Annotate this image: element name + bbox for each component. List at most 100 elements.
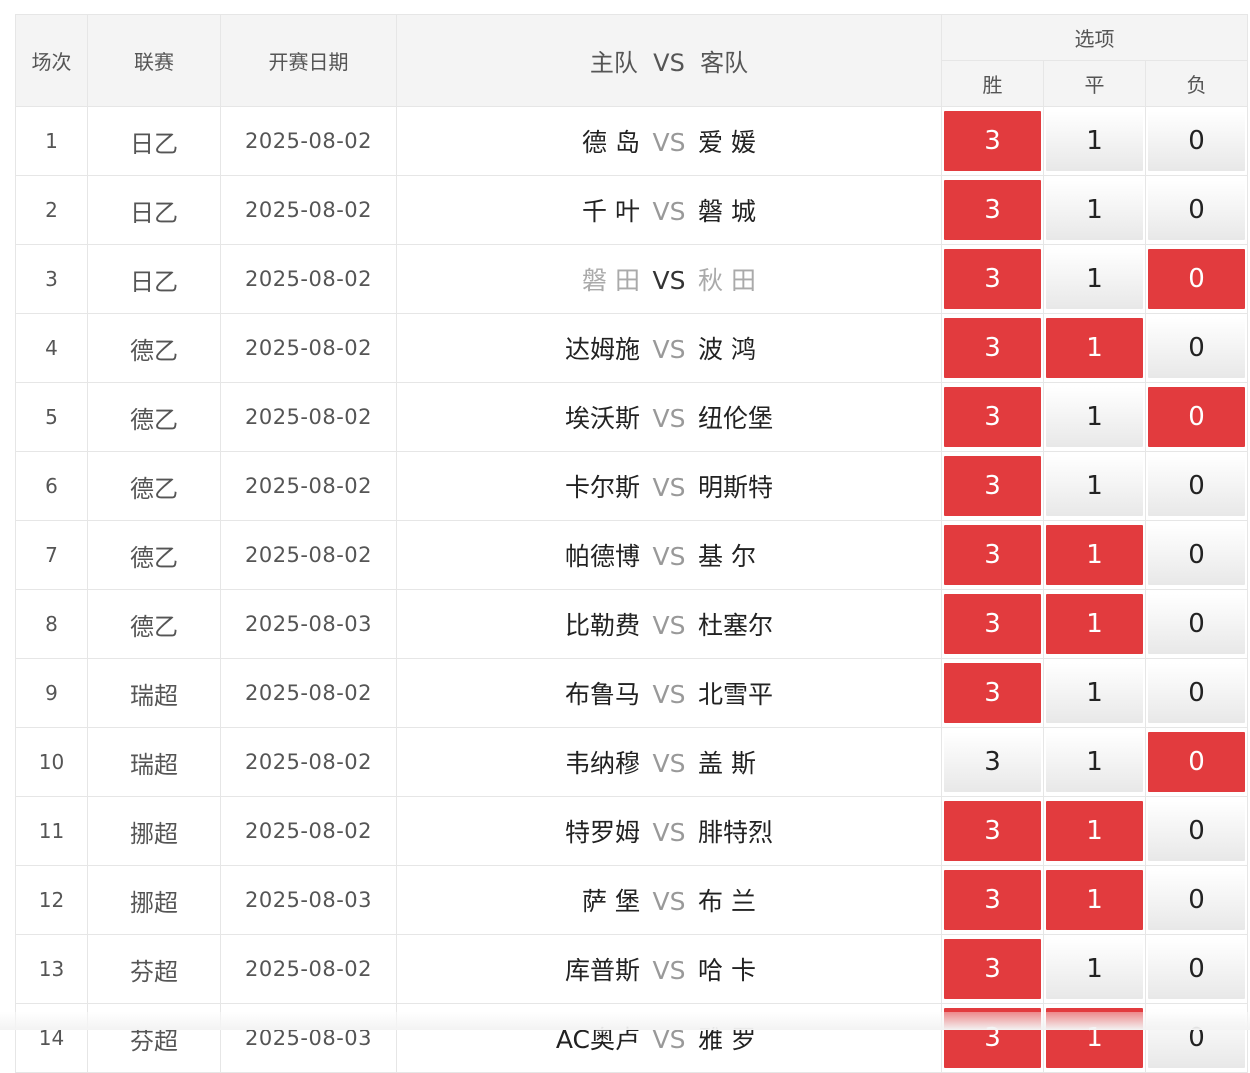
option-win-button[interactable]: 3 <box>944 870 1041 930</box>
match-date: 2025-08-02 <box>220 934 397 1004</box>
option-draw-button[interactable]: 1 <box>1046 456 1143 516</box>
home-team: 比勒费 <box>564 611 640 640</box>
away-team: 盖 斯 <box>698 749 756 778</box>
option-win-button[interactable]: 3 <box>944 939 1041 999</box>
home-team: 卡尔斯 <box>564 473 640 502</box>
match-number: 13 <box>15 934 88 1004</box>
header-win: 胜 <box>941 60 1044 107</box>
matchup: 卡尔斯 VS 明斯特 <box>396 451 942 521</box>
option-draw-button[interactable]: 1 <box>1046 525 1143 585</box>
option-win-button[interactable]: 3 <box>944 801 1041 861</box>
match-date: 2025-08-02 <box>220 175 397 245</box>
table-row: 3 日乙 2025-08-02 磐 田 VS 秋 田310 <box>15 244 1249 314</box>
option-loss-button[interactable]: 0 <box>1148 318 1246 378</box>
vs-label: VS <box>652 473 686 502</box>
matchup: 特罗姆 VS 腓特烈 <box>396 796 942 866</box>
option-draw-button[interactable]: 1 <box>1046 249 1143 309</box>
option-win-button[interactable]: 3 <box>944 525 1041 585</box>
option-loss-button[interactable]: 0 <box>1148 111 1246 171</box>
option-loss-button[interactable]: 0 <box>1148 456 1246 516</box>
league-name: 挪超 <box>87 865 221 935</box>
league-name: 日乙 <box>87 244 221 314</box>
match-number: 7 <box>15 520 88 590</box>
league-name: 日乙 <box>87 175 221 245</box>
option-loss-button[interactable]: 0 <box>1148 870 1246 930</box>
vs-label: VS <box>652 956 686 985</box>
draw-cell: 1 <box>1043 106 1146 176</box>
league-name: 德乙 <box>87 589 221 659</box>
match-date: 2025-08-02 <box>220 796 397 866</box>
option-draw-button[interactable]: 1 <box>1046 594 1143 654</box>
win-cell: 3 <box>941 244 1044 314</box>
option-win-button[interactable]: 3 <box>944 663 1041 723</box>
option-loss-button[interactable]: 0 <box>1148 594 1246 654</box>
loss-cell: 0 <box>1144 520 1249 590</box>
option-draw-button[interactable]: 1 <box>1046 387 1143 447</box>
option-draw-button[interactable]: 1 <box>1046 663 1143 723</box>
draw-cell: 1 <box>1043 865 1146 935</box>
match-date: 2025-08-02 <box>220 658 397 728</box>
header-no: 场次 <box>15 14 88 107</box>
win-cell: 3 <box>941 106 1044 176</box>
vs-label: VS <box>652 197 686 226</box>
home-team: 布鲁马 <box>564 680 640 709</box>
header-options: 选项 <box>940 14 1249 61</box>
option-win-button[interactable]: 3 <box>944 732 1041 792</box>
loss-cell: 0 <box>1144 451 1249 521</box>
option-win-button[interactable]: 3 <box>944 111 1041 171</box>
win-cell: 3 <box>941 175 1044 245</box>
option-draw-button[interactable]: 1 <box>1046 318 1143 378</box>
option-loss-button[interactable]: 0 <box>1148 180 1246 240</box>
option-win-button[interactable]: 3 <box>944 456 1041 516</box>
header-draw: 平 <box>1043 60 1146 107</box>
match-number: 10 <box>15 727 88 797</box>
loss-cell: 0 <box>1144 382 1249 452</box>
option-win-button[interactable]: 3 <box>944 594 1041 654</box>
matchup: 比勒费 VS 杜塞尔 <box>396 589 942 659</box>
option-win-button[interactable]: 3 <box>944 180 1041 240</box>
away-team: 哈 卡 <box>698 956 756 985</box>
option-draw-button[interactable]: 1 <box>1046 801 1143 861</box>
option-draw-button[interactable]: 1 <box>1046 111 1143 171</box>
match-date: 2025-08-02 <box>220 451 397 521</box>
match-date: 2025-08-02 <box>220 520 397 590</box>
option-loss-button[interactable]: 0 <box>1148 939 1246 999</box>
option-win-button[interactable]: 3 <box>944 318 1041 378</box>
option-win-button[interactable]: 3 <box>944 249 1041 309</box>
table-row: 5 德乙 2025-08-02 埃沃斯 VS 纽伦堡 3 1 0 <box>15 382 1249 452</box>
home-team: 帕德博 <box>564 542 640 571</box>
loss-cell: 0 <box>1144 934 1249 1004</box>
option-loss-button[interactable]: 0 <box>1148 732 1246 792</box>
win-cell: 3 <box>941 451 1044 521</box>
option-win-button[interactable]: 3 <box>944 387 1041 447</box>
option-draw-button[interactable]: 1 <box>1046 732 1143 792</box>
header-away: 客队 <box>700 49 749 77</box>
option-draw-button[interactable]: 1 <box>1046 939 1143 999</box>
away-team: 腓特烈 <box>698 818 774 847</box>
league-name: 日乙 <box>87 106 221 176</box>
option-loss-button[interactable]: 0 <box>1148 663 1246 723</box>
away-team: 布 兰 <box>698 887 756 916</box>
vs-label: VS <box>652 404 686 433</box>
match-number: 9 <box>15 658 88 728</box>
league-name: 德乙 <box>87 382 221 452</box>
option-draw-button[interactable]: 1 <box>1046 870 1143 930</box>
league-name: 德乙 <box>87 313 221 383</box>
home-team: 库普斯 <box>564 956 640 985</box>
vs-label: VS <box>652 887 686 916</box>
vs-label: VS <box>652 542 686 571</box>
matchup: 德 岛 VS 爱 媛 <box>396 106 942 176</box>
option-loss-button[interactable]: 0 <box>1148 249 1246 309</box>
league-name: 德乙 <box>87 451 221 521</box>
option-loss-button[interactable]: 0 <box>1148 801 1246 861</box>
option-loss-button[interactable]: 0 <box>1148 387 1246 447</box>
option-loss-button[interactable]: 0 <box>1148 525 1246 585</box>
matchup: 埃沃斯 VS 纽伦堡 <box>396 382 942 452</box>
match-date: 2025-08-02 <box>220 244 397 314</box>
home-team: 埃沃斯 <box>564 404 640 433</box>
draw-cell: 1 <box>1043 382 1146 452</box>
win-cell: 3 <box>941 727 1044 797</box>
option-draw-button[interactable]: 1 <box>1046 180 1143 240</box>
match-number: 1 <box>15 106 88 176</box>
win-cell: 3 <box>941 658 1044 728</box>
